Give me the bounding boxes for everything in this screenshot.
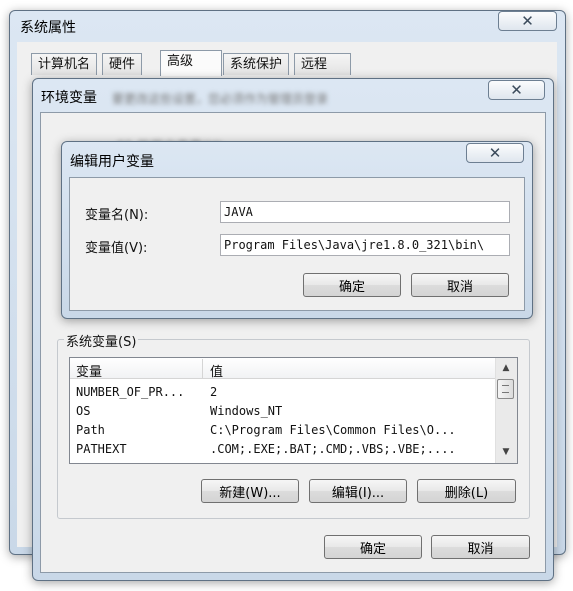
table-row-value[interactable]: C:\Program Files\Common Files\O... <box>210 423 456 437</box>
env-vars-cancel-button[interactable]: 取消 <box>431 535 530 559</box>
variable-value-input[interactable]: Program Files\Java\jre1.8.0_321\bin\ <box>220 234 510 256</box>
variable-name-label: 变量名(N): <box>85 208 149 223</box>
column-divider[interactable] <box>202 359 203 378</box>
env-vars-close-button[interactable]: ✕ <box>488 80 545 100</box>
tab-system-protection[interactable]: 系统保护 <box>223 53 290 75</box>
table-row-name[interactable]: Path <box>76 423 105 437</box>
scroll-up-arrow-icon[interactable]: ▲ <box>495 360 517 376</box>
table-row-value[interactable]: 2 <box>210 385 217 399</box>
column-header-name[interactable]: 变量 <box>76 361 102 380</box>
edit-variable-button[interactable]: 编辑(I)... <box>309 479 407 503</box>
tab-computer-name[interactable]: 计算机名 <box>31 53 98 75</box>
scroll-thumb-grip <box>502 385 509 393</box>
env-vars-ok-button[interactable]: 确定 <box>324 535 422 559</box>
close-icon: ✕ <box>488 143 502 162</box>
table-row-name[interactable]: PATHEXT <box>76 442 127 456</box>
table-row-name[interactable]: NUMBER_OF_PR... <box>76 385 184 399</box>
table-row-value[interactable]: .COM;.EXE;.BAT;.CMD;.VBS;.VBE;.... <box>210 442 456 456</box>
delete-variable-button[interactable]: 删除(L) <box>417 479 516 503</box>
tab-advanced[interactable]: 高级 <box>160 50 222 76</box>
close-icon: ✕ <box>521 11 534 30</box>
variable-name-input[interactable]: JAVA <box>220 201 510 223</box>
system-vars-label: 系统变量(S) <box>64 331 139 350</box>
edit-ok-button[interactable]: 确定 <box>303 273 401 297</box>
system-properties-close-button[interactable]: ✕ <box>498 11 557 31</box>
tab-hardware[interactable]: 硬件 <box>102 53 143 75</box>
system-properties-title: 系统属性 <box>20 20 76 36</box>
new-variable-button[interactable]: 新建(W)... <box>201 479 299 503</box>
variable-value-label: 变量值(V): <box>85 241 148 256</box>
scroll-down-arrow-icon[interactable]: ▼ <box>495 444 517 460</box>
edit-user-var-close-button[interactable]: ✕ <box>466 143 524 163</box>
table-row-name[interactable]: OS <box>76 404 90 418</box>
tab-remote[interactable]: 远程 <box>294 53 351 75</box>
close-icon: ✕ <box>510 80 523 99</box>
edit-user-var-title: 编辑用户变量 <box>70 154 154 170</box>
table-row-value[interactable]: Windows_NT <box>210 404 282 418</box>
env-vars-blurred-hint: 要更改这些设置，您必须作为管理员登录 <box>112 92 329 106</box>
edit-cancel-button[interactable]: 取消 <box>411 273 509 297</box>
column-header-value[interactable]: 值 <box>210 361 223 380</box>
system-vars-header-row <box>70 358 495 379</box>
env-vars-title: 环境变量 <box>41 90 97 106</box>
